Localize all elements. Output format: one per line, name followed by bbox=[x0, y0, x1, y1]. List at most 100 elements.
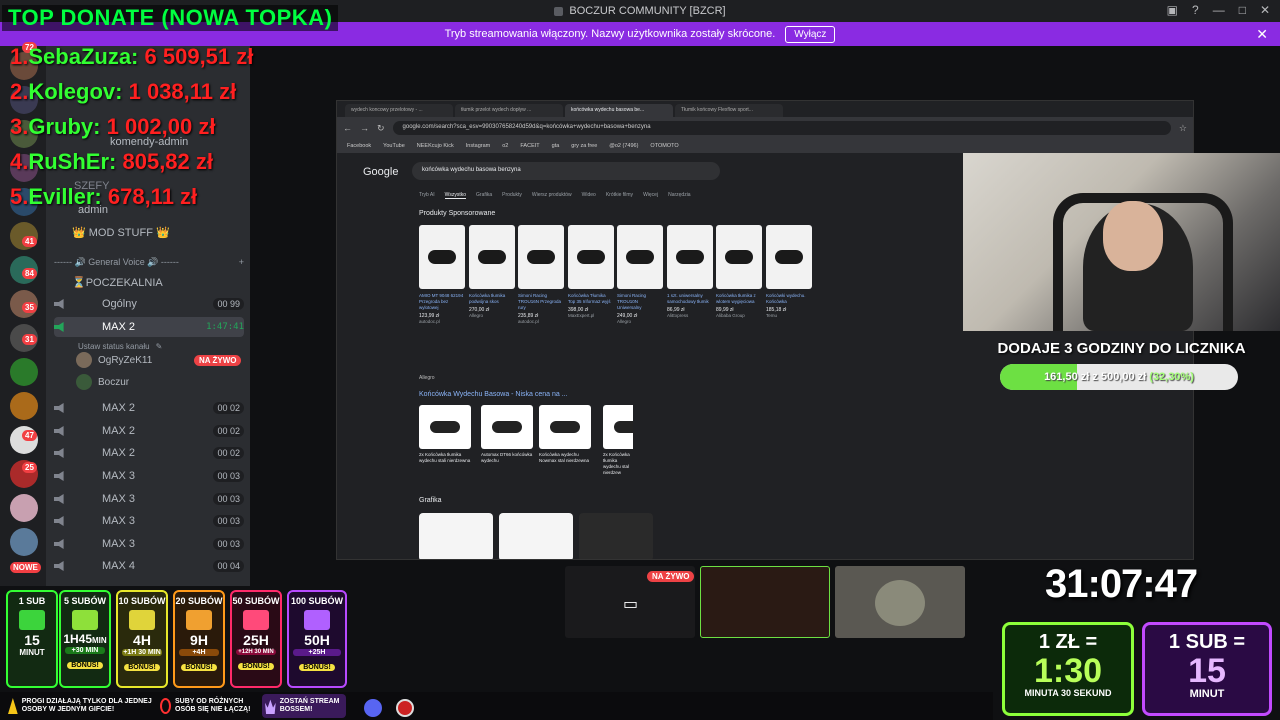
bookmark[interactable]: gry za free bbox=[571, 143, 597, 149]
filter-tab[interactable]: Krótkie filmy bbox=[606, 192, 633, 199]
obs-taskbar-icon[interactable] bbox=[396, 699, 414, 717]
browser-tab-active[interactable]: końcówka wydechu basowa be... bbox=[565, 104, 673, 117]
bookmark[interactable]: OTOMOTO bbox=[650, 143, 678, 149]
browser-tab[interactable]: wydech koncowy przelotowy - ... bbox=[345, 104, 453, 117]
inbox-icon[interactable]: ▣ bbox=[1167, 3, 1178, 17]
bookmark[interactable]: FACEIT bbox=[520, 143, 539, 149]
server-avatar[interactable] bbox=[10, 528, 38, 556]
filter-tab[interactable]: Grafika bbox=[476, 192, 492, 199]
channel-name: MAX 3 bbox=[102, 470, 136, 482]
filter-tab[interactable]: Produkty bbox=[502, 192, 522, 199]
info-item: SUBY OD RÓŻNYCH OSÓB SIĘ NIE ŁĄCZĄ! bbox=[160, 694, 260, 718]
server-avatar[interactable] bbox=[10, 392, 38, 420]
sub-goal-card: 5 SUBÓW 1H45MIN +30 MIN BONUS! bbox=[59, 590, 111, 688]
voice-channel-active[interactable]: MAX 2 1:47:41 bbox=[54, 317, 244, 337]
filter-tab[interactable]: Tryb AI bbox=[419, 192, 435, 199]
product-card[interactable]: Simoni Racing TROU10N Uniwersalny 249,00 … bbox=[617, 225, 663, 363]
filter-tab[interactable]: Narzędzia bbox=[668, 192, 691, 199]
allegro-item[interactable]: 2x Końcówka tłumika wydechu stal nierdze… bbox=[603, 405, 633, 476]
bookmark[interactable]: YouTube bbox=[383, 143, 405, 149]
close-icon[interactable]: ✕ bbox=[1260, 3, 1270, 17]
allegro-item[interactable]: Końcówka wydechu Nowmax stal nierdzewna bbox=[539, 405, 591, 464]
sub-goal-head: 50 SUBÓW bbox=[232, 596, 280, 606]
bookmark[interactable]: NEEKcujo Kick bbox=[417, 143, 454, 149]
bookmark[interactable]: Facebook bbox=[347, 143, 371, 149]
filter-tab-active[interactable]: Wszystko bbox=[444, 192, 467, 199]
voice-category-header[interactable]: ------ 🔊 General Voice 🔊 ------ + bbox=[54, 252, 244, 272]
forward-icon[interactable]: → bbox=[360, 123, 369, 133]
speaker-icon bbox=[54, 561, 64, 571]
category-name: ------ 🔊 General Voice 🔊 ------ bbox=[54, 256, 179, 267]
image-result[interactable] bbox=[499, 513, 573, 559]
product-card[interactable]: Końcówka tłumika z wlotem wygięciowa 89,9… bbox=[716, 225, 762, 363]
sub-goal-value: 1H45MIN bbox=[61, 632, 109, 646]
voice-channel[interactable]: MAX 3 00 03 bbox=[54, 511, 244, 531]
voice-channel[interactable]: MAX 2 00 02 bbox=[54, 421, 244, 441]
voice-channel[interactable]: MAX 2 00 02 bbox=[54, 398, 244, 418]
maximize-icon[interactable]: □ bbox=[1239, 3, 1246, 17]
voice-channel[interactable]: MAX 4 00 04 bbox=[54, 556, 244, 576]
add-channel-icon[interactable]: + bbox=[239, 257, 244, 267]
image-result[interactable] bbox=[419, 513, 493, 559]
filter-tab[interactable]: Wiersz produktów bbox=[532, 192, 572, 199]
bookmark-star-icon[interactable]: ☆ bbox=[1179, 123, 1187, 134]
product-card[interactable]: Końcówka Tłumika Top 35 Iriforma2 wyjś 39… bbox=[568, 225, 614, 363]
image-result[interactable] bbox=[579, 513, 653, 559]
bookmark[interactable]: gta bbox=[552, 143, 560, 149]
voice-channel[interactable]: Ogólny 00 99 bbox=[54, 294, 244, 314]
minimize-icon[interactable]: — bbox=[1213, 3, 1225, 17]
product-card[interactable]: 1 szt. uniwersalny samochodowy tłumik 86,… bbox=[667, 225, 713, 363]
product-card[interactable]: Simoni Racing TROU16N Przegroda rury 235,… bbox=[518, 225, 564, 363]
stream-preview-selected[interactable] bbox=[700, 566, 830, 638]
google-search-input[interactable]: końcówka wydechu basowa benzyna bbox=[412, 162, 720, 180]
webcam-feed bbox=[963, 153, 1280, 331]
filter-tab[interactable]: Wideo bbox=[582, 192, 596, 199]
allegro-item[interactable]: Automax DT66 końcówka wydechu bbox=[481, 405, 533, 464]
speaker-icon bbox=[54, 471, 64, 481]
back-icon[interactable]: ← bbox=[343, 123, 352, 133]
product-card[interactable]: Końcówki wydechu. Końcówka 185,18 zł Temu bbox=[766, 225, 812, 363]
voice-channel[interactable]: MAX 3 00 03 bbox=[54, 489, 244, 509]
speaker-icon bbox=[54, 448, 64, 458]
close-banner-icon[interactable]: ✕ bbox=[1256, 26, 1268, 43]
help-icon[interactable]: ? bbox=[1192, 3, 1199, 17]
reload-icon[interactable]: ↻ bbox=[377, 123, 385, 134]
server-avatar[interactable] bbox=[10, 358, 38, 386]
disable-streamer-mode-button[interactable]: Wyłącz bbox=[785, 25, 836, 43]
sub-goal-head: 20 SUBÓW bbox=[175, 596, 223, 606]
channel-mod-stuff[interactable]: 👑 MOD STUFF 👑 bbox=[54, 222, 244, 242]
filter-tab[interactable]: Więcej bbox=[643, 192, 658, 199]
crown-icon bbox=[265, 699, 276, 714]
address-bar[interactable]: google.com/search?sca_esv=990307658240d5… bbox=[392, 121, 1171, 135]
product-card[interactable]: Końcówka tłumika podwójna skos 270,00 zł A… bbox=[469, 225, 515, 363]
browser-tab[interactable]: tłumik przelot wydech dopływ ... bbox=[455, 104, 563, 117]
voice-channel[interactable]: MAX 2 00 02 bbox=[54, 443, 244, 463]
channel-name: MAX 3 bbox=[102, 538, 136, 550]
bookmark[interactable]: @o2 (7496) bbox=[609, 143, 638, 149]
donor-entry: 2.Kolegov: 1 038,11 zł bbox=[10, 79, 236, 105]
voice-user[interactable]: Boczur bbox=[76, 372, 129, 392]
server-avatar[interactable] bbox=[10, 494, 38, 522]
item-title: Automax DT66 końcówka wydechu bbox=[481, 452, 533, 463]
result-link[interactable]: Końcówka Wydechu Basowa - Niska cena na … bbox=[419, 391, 568, 398]
channel-poczekalnia[interactable]: ⏳POCZEKALNIA bbox=[54, 272, 244, 292]
bonus-badge: BONUS! bbox=[181, 664, 217, 671]
voice-channel[interactable]: MAX 3 00 03 bbox=[54, 534, 244, 554]
product-card[interactable]: AMIO MT 9048 62194 Przegroda bez wylotow… bbox=[419, 225, 465, 363]
stream-preview[interactable] bbox=[835, 566, 965, 638]
rate-value: 1:30 bbox=[1033, 652, 1103, 690]
sponsored-heading: Produkty Sponsorowane bbox=[419, 210, 496, 217]
bookmark[interactable]: Instagram bbox=[466, 143, 490, 149]
sub-goal-value: 25H bbox=[243, 632, 269, 648]
window-title: BOCZUR COMMUNITY [BZCR] bbox=[554, 5, 726, 17]
avatar bbox=[875, 580, 925, 626]
bookmark[interactable]: o2 bbox=[502, 143, 508, 149]
allegro-item[interactable]: 2x Końcówka tłumika wydechu stali nierdz… bbox=[419, 405, 471, 464]
user-count: 00 04 bbox=[213, 560, 244, 572]
voice-user[interactable]: OgRyZeK11 NA ŻYWO bbox=[76, 350, 242, 370]
browser-tab[interactable]: Tłumik końcowy Flexflow sport... bbox=[675, 104, 783, 117]
stream-preview[interactable]: NA ŻYWO ▭ bbox=[565, 566, 695, 638]
google-logo[interactable]: Google bbox=[363, 166, 398, 178]
voice-channel[interactable]: MAX 3 00 03 bbox=[54, 466, 244, 486]
discord-taskbar-icon[interactable] bbox=[364, 699, 382, 717]
